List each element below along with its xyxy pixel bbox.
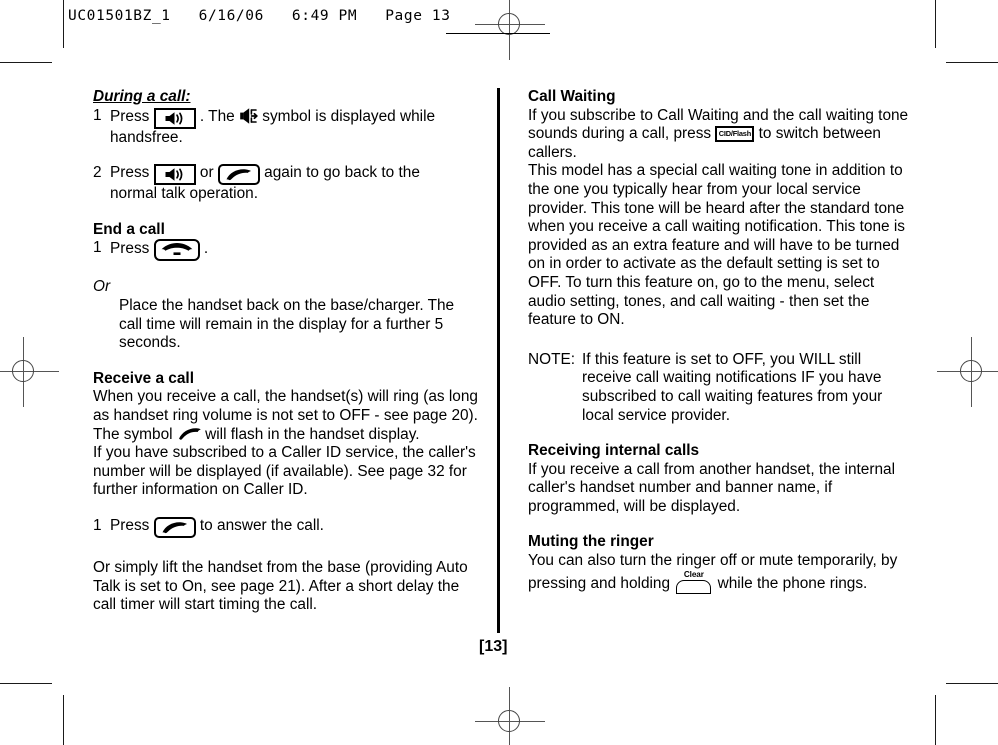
heading-end-a-call: End a call xyxy=(93,220,165,238)
step-text: Press or again to go back to the xyxy=(110,164,478,186)
step-text-post: . xyxy=(203,240,209,258)
during-call-step-1: 1 Press . The symbol is displayed while xyxy=(93,107,478,129)
call-waiting-paragraph-1: If you subscribe to Call Waiting and the… xyxy=(528,107,910,163)
step-number: 1 xyxy=(93,239,102,257)
during-call-step-1-continuation: handsfree. xyxy=(110,128,183,146)
end-call-or-text: Place the handset back on the base/charg… xyxy=(119,296,455,352)
talk-key-icon[interactable] xyxy=(217,164,260,186)
receive-call-para2-post: will flash in the handset display. xyxy=(205,425,420,443)
page-number: [13] xyxy=(479,638,508,655)
step-text-post: symbol is displayed while xyxy=(262,107,436,125)
column-divider xyxy=(497,88,500,633)
registration-mark-left xyxy=(0,337,59,407)
step-text-pre: Press xyxy=(110,107,150,125)
or-label: Or xyxy=(93,278,478,297)
during-call-step-2-continuation: normal talk operation. xyxy=(110,185,258,203)
receiving-internal-calls-paragraph: If you receive a call from another hands… xyxy=(528,460,896,515)
step-text-post: to answer the call. xyxy=(199,516,324,534)
muting-the-ringer-paragraph: You can also turn the ringer off or mute… xyxy=(528,552,910,595)
step-text-pre: Press xyxy=(110,164,150,182)
document-page: UC01501BZ_1 6/16/06 6:49 PM Page 13 Duri… xyxy=(0,0,998,745)
receive-call-paragraph-3: If you have subscribed to a Caller ID se… xyxy=(93,444,476,499)
crop-mark-top-left-vertical xyxy=(63,0,64,48)
note-text: If this feature is set to OFF, you WILL … xyxy=(582,350,883,424)
clear-key-shape xyxy=(676,579,712,594)
step-number: 2 xyxy=(93,164,102,182)
crop-mark-bottom-right-horizontal xyxy=(946,683,998,684)
print-slug-rule xyxy=(446,33,550,34)
clear-key-label: Clear xyxy=(683,569,704,579)
heading-receiving-internal-calls: Receiving internal calls xyxy=(528,442,700,460)
print-slug-header: UC01501BZ_1 6/16/06 6:49 PM Page 13 xyxy=(68,8,451,24)
note-label: NOTE: xyxy=(528,350,576,368)
crop-mark-top-left-horizontal xyxy=(0,62,52,63)
muting-para-post: while the phone rings. xyxy=(717,574,868,592)
receive-call-para2-pre: The symbol xyxy=(93,425,173,443)
crop-mark-top-right-horizontal xyxy=(946,62,998,63)
end-call-step-1: 1 Press . xyxy=(93,239,478,262)
heading-call-waiting: Call Waiting xyxy=(528,88,616,105)
crop-mark-bottom-left-horizontal xyxy=(0,683,52,684)
receive-call-paragraph-1: When you receive a call, the handset(s) … xyxy=(93,388,478,424)
step-text: Press to answer the call. xyxy=(110,516,478,538)
step-text-pre: Press xyxy=(110,240,150,258)
left-column: During a call: 1 Press . The symbol is d… xyxy=(93,88,478,615)
cid-flash-key-icon[interactable]: CID/Flash xyxy=(715,126,755,143)
talk-key-icon[interactable] xyxy=(153,516,196,538)
step-text-mid: . The xyxy=(199,107,235,125)
right-column: Call Waiting If you subscribe to Call Wa… xyxy=(528,88,910,595)
or-label-text: Or xyxy=(93,278,111,296)
receive-call-step-1: 1 Press to answer the call. xyxy=(93,516,478,538)
speakerphone-key-icon[interactable] xyxy=(153,164,196,186)
receive-call-paragraph-4: Or simply lift the handset from the base… xyxy=(93,558,468,614)
call-waiting-paragraph-2: This model has a special call waiting to… xyxy=(528,162,905,329)
step-number: 1 xyxy=(93,516,102,534)
speakerphone-key-icon[interactable] xyxy=(153,107,196,129)
end-call-key-icon[interactable] xyxy=(153,239,200,262)
registration-mark-bottom xyxy=(475,687,545,745)
heading-during-a-call: During a call: xyxy=(93,88,191,105)
crop-mark-bottom-left-vertical xyxy=(63,695,64,745)
note-block: NOTE: If this feature is set to OFF, you… xyxy=(528,351,910,425)
heading-muting-the-ringer: Muting the ringer xyxy=(528,533,654,551)
step-text-or: or xyxy=(199,164,214,182)
heading-receive-a-call: Receive a call xyxy=(93,369,194,387)
step-text-pre: Press xyxy=(110,516,150,534)
crop-mark-bottom-right-vertical xyxy=(935,695,936,745)
handsfree-speaker-symbol-icon xyxy=(239,107,258,125)
registration-mark-top xyxy=(475,0,545,60)
receive-call-paragraph-2: The symbol will flash in the handset dis… xyxy=(93,426,478,445)
step-text: Press . xyxy=(110,239,478,262)
step-text: Press . The symbol is displayed while xyxy=(110,107,478,129)
clear-key-icon[interactable]: Clear xyxy=(674,569,713,595)
crop-mark-top-right-vertical xyxy=(935,0,936,48)
handset-talk-symbol-icon xyxy=(177,427,201,441)
step-text-post: again to go back to the xyxy=(264,164,420,182)
during-call-step-2: 2 Press or again to go back to the xyxy=(93,164,478,186)
step-number: 1 xyxy=(93,106,102,124)
registration-mark-right xyxy=(937,337,998,407)
